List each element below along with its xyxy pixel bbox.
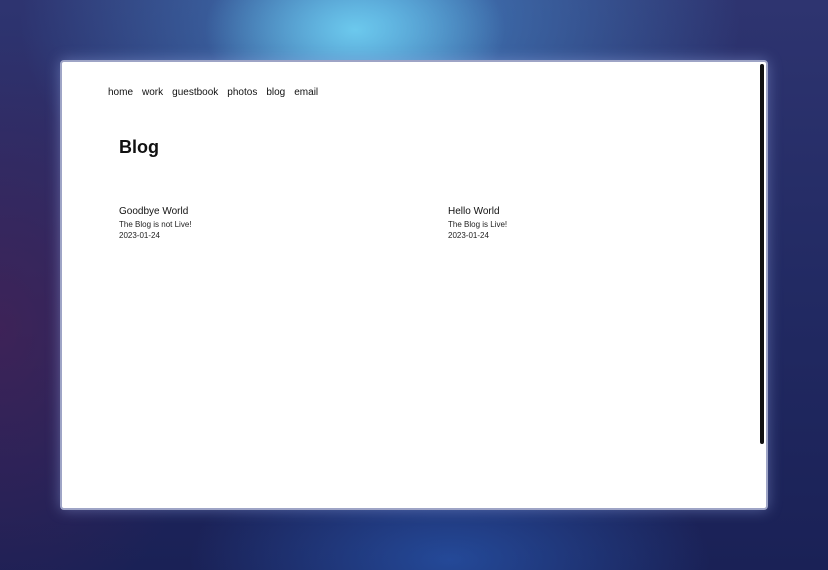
browser-window: home work guestbook photos blog email Bl… [60,60,768,510]
post-description: The Blog is Live! [448,220,508,229]
post-description: The Blog is not Live! [119,220,192,229]
page-title: Blog [119,137,159,157]
nav-link-photos[interactable]: photos [227,87,257,98]
post-date: 2023-01-24 [448,231,489,240]
top-nav: home work guestbook photos blog email [108,87,327,98]
post-date: 2023-01-24 [119,231,160,240]
vertical-scrollbar[interactable] [760,64,764,444]
nav-link-email[interactable]: email [294,87,318,98]
nav-link-work[interactable]: work [142,87,163,98]
post-title[interactable]: Hello World [448,205,507,218]
post-title[interactable]: Goodbye World [119,205,191,218]
blog-post-card[interactable]: Hello World The Blog is Live! 2023-01-24 [448,205,507,241]
nav-link-blog[interactable]: blog [266,87,285,98]
nav-link-home[interactable]: home [108,87,133,98]
blog-post-card[interactable]: Goodbye World The Blog is not Live! 2023… [119,205,191,241]
nav-link-guestbook[interactable]: guestbook [172,87,218,98]
